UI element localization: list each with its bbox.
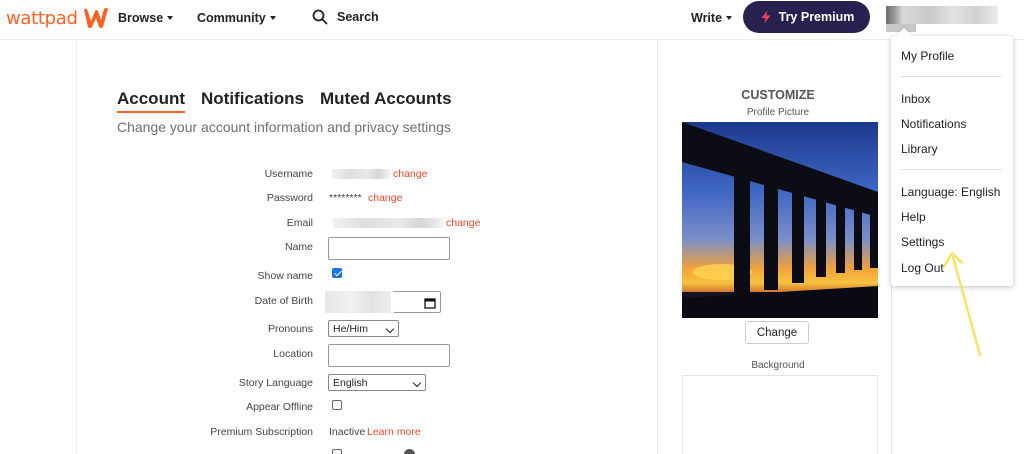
learn-more-link[interactable]: Learn more [367, 426, 421, 438]
menu-item-language[interactable]: Language: English [901, 185, 1000, 199]
calendar-icon[interactable] [424, 297, 436, 309]
chevron-down-icon [412, 378, 422, 388]
appear-offline-label: Appear Offline [246, 401, 313, 413]
story-language-value: English [333, 376, 368, 389]
menu-item-settings[interactable]: Settings [901, 235, 944, 249]
lightning-icon [761, 10, 771, 24]
settings-tabs: Account Notifications Muted Accounts [117, 89, 452, 113]
browse-label: Browse [118, 11, 164, 25]
try-premium-label: Try Premium [778, 10, 855, 24]
customize-title: CUSTOMIZE [741, 88, 815, 102]
profile-picture-label: Profile Picture [746, 107, 810, 118]
menu-item-my-profile[interactable]: My Profile [901, 49, 954, 63]
pronouns-value: He/Him [333, 322, 369, 335]
pronouns-label: Pronouns [268, 323, 313, 335]
community-label: Community [197, 11, 266, 25]
community-menu[interactable]: Community [197, 11, 276, 25]
info-icon[interactable] [404, 449, 415, 454]
pronouns-select[interactable]: He/Him [328, 320, 399, 337]
chevron-down-icon [726, 16, 733, 20]
premium-subscription-status: Inactive [329, 426, 366, 438]
chevron-down-icon [269, 16, 276, 20]
change-picture-button[interactable]: Change [745, 321, 809, 344]
page-subtitle: Change your account information and priv… [117, 119, 451, 135]
password-value: ******** [329, 192, 362, 204]
password-label: Password [266, 192, 313, 204]
search-bar[interactable]: Search [312, 9, 379, 25]
menu-divider [901, 169, 1002, 170]
dob-label: Date of Birth [254, 295, 313, 307]
show-name-checkbox[interactable] [332, 268, 342, 278]
premium-subscription-label: Premium Subscription [210, 426, 313, 438]
menu-item-notifications[interactable]: Notifications [901, 117, 966, 131]
user-avatar-menu[interactable] [886, 6, 998, 24]
username-label: Username [264, 168, 313, 180]
menu-item-log-out[interactable]: Log Out [901, 261, 944, 275]
background-label: Background [751, 360, 805, 371]
dob-value-redacted [325, 291, 391, 313]
change-email-link[interactable]: change [446, 217, 480, 229]
menu-divider [901, 76, 1002, 77]
dob-input[interactable] [393, 291, 441, 313]
username-value-redacted [332, 169, 390, 179]
change-password-link[interactable]: change [368, 192, 402, 204]
cut-off-checkbox[interactable] [332, 449, 342, 454]
change-username-link[interactable]: change [393, 168, 427, 180]
menu-item-inbox[interactable]: Inbox [901, 92, 930, 106]
menu-item-help[interactable]: Help [901, 210, 926, 224]
menu-item-library[interactable]: Library [901, 142, 938, 156]
email-value-redacted [333, 218, 443, 228]
show-name-label: Show name [257, 270, 313, 282]
story-language-label: Story Language [238, 377, 313, 389]
wattpad-logo[interactable]: wattpad [6, 6, 110, 30]
location-input[interactable] [328, 344, 450, 367]
appear-offline-checkbox[interactable] [332, 400, 342, 410]
write-menu[interactable]: Write [691, 11, 733, 25]
search-label: Search [337, 10, 379, 24]
top-nav-bar: wattpad Browse Community Search Write Tr… [0, 0, 1024, 40]
location-label: Location [273, 348, 313, 360]
logo-text: wattpad [6, 7, 78, 29]
tab-account[interactable]: Account [117, 89, 185, 113]
annotation-arrow-icon [942, 251, 982, 357]
name-input[interactable] [328, 237, 450, 260]
chevron-down-icon [385, 324, 395, 334]
profile-picture-image [682, 122, 878, 318]
chevron-down-icon [167, 16, 174, 20]
tab-notifications[interactable]: Notifications [201, 89, 304, 113]
try-premium-button[interactable]: Try Premium [743, 1, 870, 33]
name-label: Name [284, 241, 313, 253]
browse-menu[interactable]: Browse [118, 11, 174, 25]
tab-muted-accounts[interactable]: Muted Accounts [320, 89, 452, 113]
background-image-area[interactable] [682, 375, 878, 454]
email-label: Email [286, 217, 313, 229]
wattpad-w-icon [83, 8, 108, 28]
story-language-select[interactable]: English [328, 374, 426, 391]
search-icon [312, 9, 328, 25]
write-label: Write [691, 11, 723, 25]
